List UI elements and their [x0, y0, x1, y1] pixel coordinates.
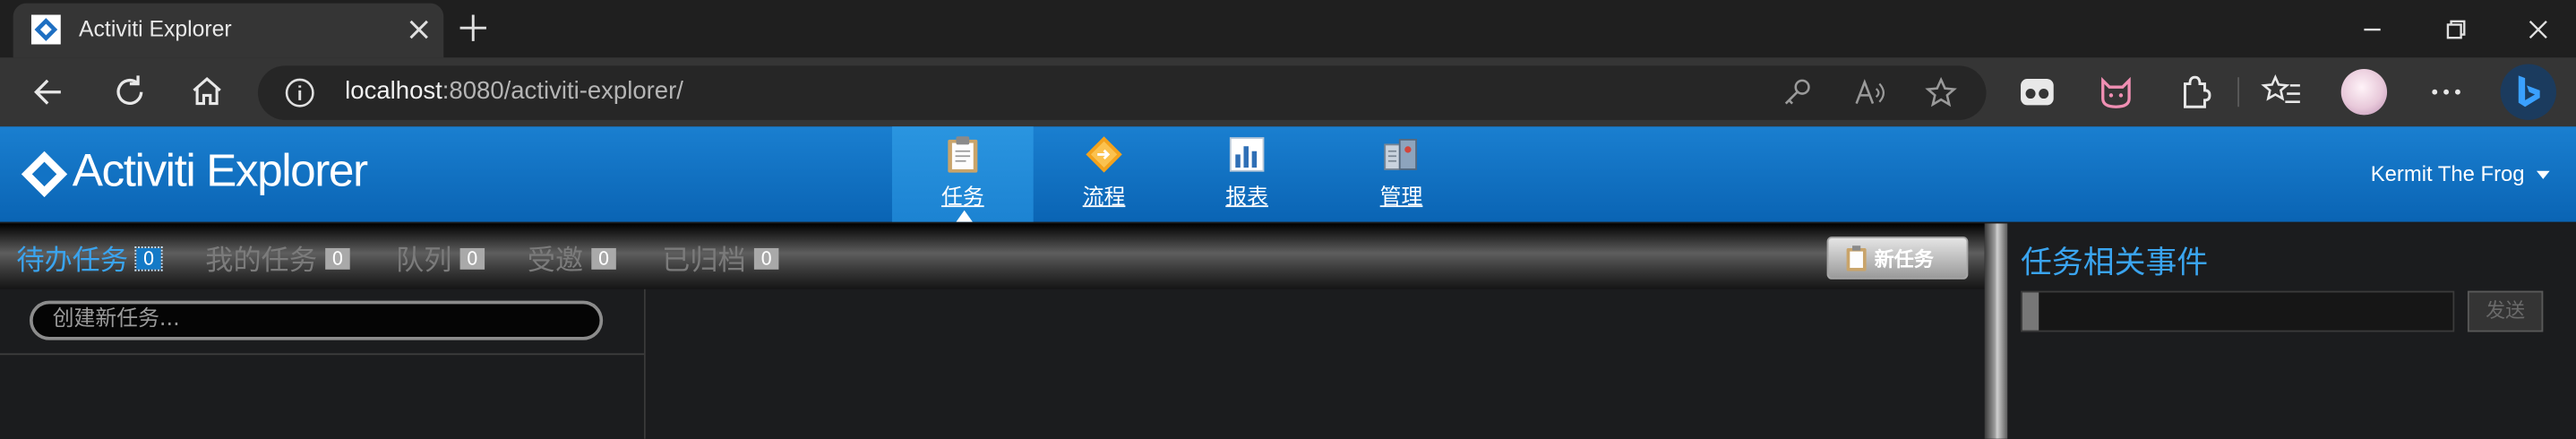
- read-aloud-icon[interactable]: [1853, 75, 1888, 110]
- toolbar-separator: [2237, 77, 2239, 108]
- filter-archived[interactable]: 已归档 0: [662, 237, 779, 278]
- activiti-favicon-icon: [30, 14, 61, 45]
- restore-icon[interactable]: [2436, 10, 2476, 49]
- browser-tab[interactable]: Activiti Explorer: [13, 3, 444, 58]
- nav-tab-label: 任务: [940, 185, 984, 211]
- filter-inbox[interactable]: 待办任务 0: [16, 237, 163, 278]
- nav-tab-label: 流程: [1082, 185, 1126, 211]
- home-icon[interactable]: [185, 71, 228, 114]
- filter-involved[interactable]: 受邀 0: [528, 237, 616, 278]
- count-badge: 0: [591, 247, 616, 270]
- nav-tab-label: 管理: [1379, 185, 1423, 211]
- activiti-logo-icon: [21, 151, 68, 198]
- extension-mask-icon[interactable]: [2016, 71, 2059, 114]
- bing-copilot-button[interactable]: [2500, 64, 2556, 120]
- favorite-star-icon[interactable]: [1924, 75, 1959, 110]
- app-logo-text: Activiti Explorer: [72, 144, 368, 196]
- url-text[interactable]: localhost:8080/activiti-explorer/: [345, 77, 683, 105]
- info-icon[interactable]: [284, 77, 315, 108]
- key-icon[interactable]: [1781, 75, 1816, 110]
- address-bar[interactable]: localhost:8080/activiti-explorer/: [257, 65, 1987, 120]
- task-filter-bar: 待办任务 0 我的任务 0 队列 0 受邀 0 已归档 0 新任务: [0, 223, 1985, 289]
- bar-chart-icon: [1229, 137, 1265, 172]
- minimize-icon[interactable]: [2353, 10, 2392, 49]
- app-header: Activiti Explorer 任务 流程 报表 管理 Kermit The…: [0, 126, 2576, 222]
- new-task-button[interactable]: 新任务: [1826, 237, 1969, 280]
- extension-icon[interactable]: [2172, 71, 2215, 114]
- comment-input-handle: [2022, 292, 2039, 331]
- filter-queued[interactable]: 队列 0: [396, 237, 485, 278]
- reload-icon[interactable]: [108, 71, 151, 114]
- count-badge: 0: [753, 247, 779, 270]
- favorites-icon[interactable]: [2261, 71, 2304, 114]
- user-menu[interactable]: Kermit The Frog: [2371, 161, 2525, 186]
- nav-tab-tasks[interactable]: 任务: [891, 126, 1034, 222]
- chevron-down-icon[interactable]: [2536, 170, 2550, 179]
- task-list-panel: 创建新任务...: [0, 288, 646, 439]
- more-menu-icon[interactable]: [2425, 71, 2468, 114]
- nav-tab-reports[interactable]: 报表: [1176, 126, 1318, 221]
- process-diamond-icon: [1086, 136, 1122, 173]
- count-badge: 0: [134, 246, 163, 271]
- comment-input[interactable]: [2021, 290, 2455, 332]
- events-title: 任务相关事件: [2021, 245, 2209, 281]
- close-tab-icon[interactable]: [401, 12, 437, 47]
- active-tab-caret: [956, 210, 973, 222]
- count-badge: 0: [459, 247, 485, 270]
- clipboard-icon: [1846, 245, 1867, 271]
- nav-tab-processes[interactable]: 流程: [1034, 126, 1175, 221]
- nav-tab-label: 报表: [1225, 185, 1268, 211]
- task-detail-panel: [645, 288, 1985, 439]
- browser-toolbar: localhost:8080/activiti-explorer/: [0, 57, 2576, 127]
- new-task-input[interactable]: 创建新任务...: [30, 300, 604, 340]
- bing-icon: [2518, 75, 2540, 108]
- close-window-icon[interactable]: [2519, 10, 2558, 49]
- profile-avatar[interactable]: [2340, 69, 2388, 116]
- browser-tab-strip: Activiti Explorer: [0, 0, 2576, 58]
- new-tab-icon[interactable]: [453, 8, 493, 47]
- filter-my-tasks[interactable]: 我的任务 0: [205, 237, 350, 278]
- clipboard-icon: [948, 136, 978, 173]
- manage-icon: [1384, 138, 1417, 170]
- browser-tab-title: Activiti Explorer: [79, 16, 232, 41]
- count-badge: 0: [325, 247, 350, 270]
- task-events-panel: 任务相关事件 发送: [2007, 223, 2576, 439]
- send-button[interactable]: 发送: [2467, 290, 2544, 332]
- back-icon[interactable]: [28, 71, 71, 114]
- extension-cat-icon[interactable]: [2095, 71, 2138, 114]
- panel-splitter[interactable]: [1984, 223, 2008, 439]
- divider: [0, 353, 644, 356]
- nav-tab-manage[interactable]: 管理: [1331, 126, 1473, 221]
